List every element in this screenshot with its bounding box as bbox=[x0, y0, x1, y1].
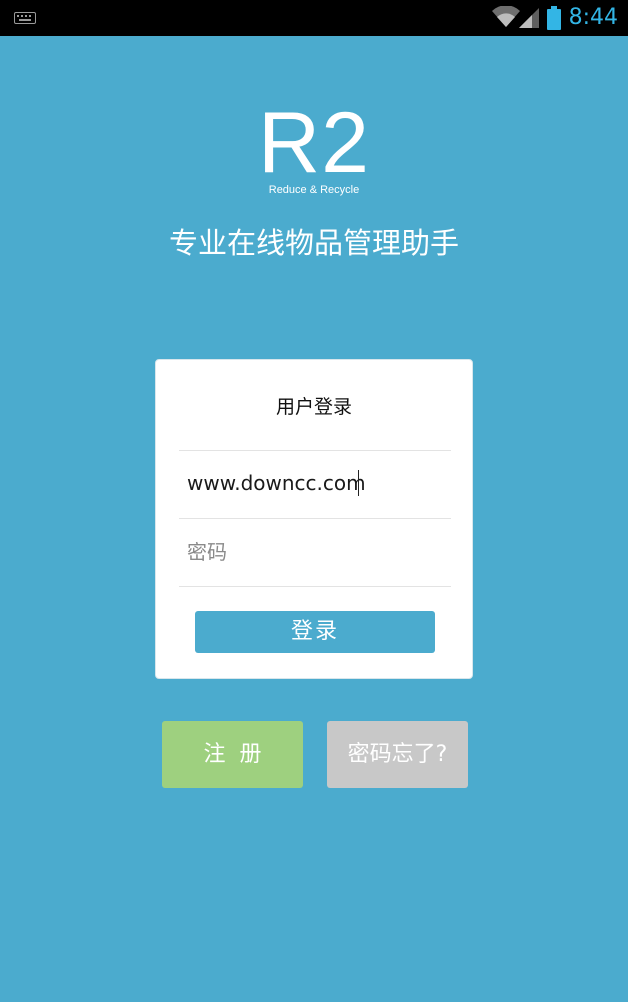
app-logo: R2 Reduce & Recycle bbox=[0, 100, 628, 196]
login-button[interactable]: 登录 bbox=[195, 611, 435, 653]
forgot-password-button[interactable]: 密码忘了? bbox=[327, 721, 468, 788]
password-input[interactable] bbox=[179, 527, 451, 577]
logo-mark: R2 bbox=[258, 95, 370, 191]
username-input[interactable] bbox=[179, 458, 451, 508]
app-slogan: 专业在线物品管理助手 bbox=[168, 226, 459, 260]
card-title: 用户登录 bbox=[275, 396, 352, 418]
divider-middle bbox=[179, 518, 451, 519]
text-caret bbox=[358, 470, 359, 496]
battery-icon bbox=[547, 6, 561, 30]
wifi-icon bbox=[492, 6, 520, 27]
status-clock: 8:44 bbox=[568, 5, 618, 30]
logo-tagline: Reduce & Recycle bbox=[268, 184, 360, 196]
login-card: 用户登录 登录 bbox=[155, 359, 473, 679]
divider-top bbox=[179, 450, 451, 451]
signal-icon bbox=[519, 8, 539, 28]
register-button[interactable]: 注册 bbox=[162, 721, 303, 788]
divider-bottom bbox=[179, 586, 451, 587]
keyboard-icon bbox=[14, 12, 36, 24]
status-bar: 8:44 bbox=[0, 0, 628, 36]
